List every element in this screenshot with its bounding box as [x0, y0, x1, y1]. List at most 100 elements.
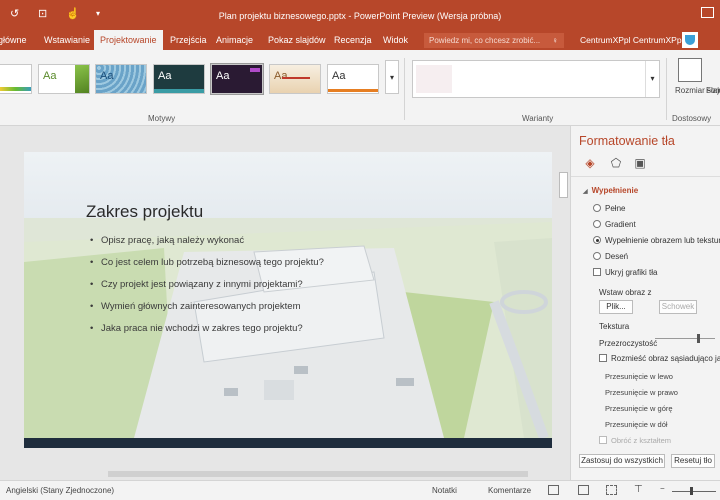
- tab-review[interactable]: Recenzja: [334, 30, 372, 50]
- radio-solid-fill[interactable]: Pełne: [593, 204, 625, 213]
- offset-left-label: Przesunięcie w lewo: [605, 372, 673, 381]
- offset-top-label: Przesunięcie w górę: [605, 404, 673, 413]
- tab-home[interactable]: główne: [0, 30, 27, 50]
- variants-gallery[interactable]: ▾: [412, 60, 660, 98]
- checkbox-label: Rozmieść obraz sąsiadująco jako te: [611, 354, 720, 363]
- picture-icon[interactable]: ▣: [633, 156, 647, 170]
- radio-circle: [593, 204, 601, 212]
- format-background-button[interactable]: Form: [706, 86, 720, 95]
- divider: [666, 58, 667, 120]
- lightbulb-icon: ♀: [552, 36, 558, 45]
- slide-editor: Zakres projektu Opisz pracę, jaką należy…: [0, 126, 570, 480]
- slide-footer-band: [24, 438, 552, 448]
- tell-me-search[interactable]: Powiedz mi, co chcesz zrobić... ♀: [424, 33, 564, 48]
- theme-thumb-3[interactable]: Aa: [95, 64, 147, 94]
- theme-sample: Aa: [158, 70, 172, 82]
- ribbon-display-icon[interactable]: [701, 7, 714, 18]
- ribbon-design: Aa Aa Aa Aa Aa Aa ▾ ▾ Rozmiar slajdu For…: [0, 50, 720, 126]
- bullet-item: Co jest celem lub potrzebą biznesową teg…: [90, 256, 324, 278]
- bullet-item: Czy projekt jest powiązany z innymi proj…: [90, 278, 324, 300]
- file-button[interactable]: Plik...: [599, 300, 633, 314]
- tab-view[interactable]: Widok: [383, 30, 408, 50]
- theme-sample: Aa: [274, 70, 288, 82]
- clipboard-button[interactable]: Schowek: [659, 300, 697, 314]
- zoom-slider-handle[interactable]: [690, 487, 693, 495]
- insert-image-from-label: Wstaw obraz z: [599, 288, 652, 297]
- comments-button[interactable]: Komentarze: [488, 486, 531, 495]
- horizontal-scrollbar[interactable]: [18, 470, 554, 478]
- tab-transitions[interactable]: Przejścia: [170, 30, 207, 50]
- theme-sample: Aa: [43, 70, 57, 82]
- effects-pentagon-icon[interactable]: ⬠: [609, 156, 623, 170]
- radio-gradient-fill[interactable]: Gradient: [593, 220, 636, 229]
- bullet-item: Wymień głównych zainteresowanych projekt…: [90, 300, 324, 322]
- radio-picture-fill[interactable]: Wypełnienie obrazem lub teksturą: [593, 236, 720, 245]
- theme-thumb-6[interactable]: Aa: [269, 64, 321, 94]
- transparency-slider[interactable]: [655, 338, 715, 339]
- vertical-scrollbar[interactable]: [556, 126, 570, 480]
- theme-thumb-2[interactable]: Aa: [38, 64, 90, 94]
- theme-sample: Aa: [100, 70, 114, 82]
- radio-label: Gradient: [605, 220, 636, 229]
- transparency-slider-handle[interactable]: [697, 334, 700, 343]
- reset-background-button[interactable]: Resetuj tło: [671, 454, 715, 468]
- theme-thumb-4[interactable]: Aa: [153, 64, 205, 94]
- theme-thumb-5[interactable]: Aa: [210, 63, 264, 95]
- format-background-pane: Formatowanie tła ◈ ⬠ ▣ Wypełnienie Pełne…: [570, 126, 720, 480]
- slide-size-icon[interactable]: [678, 58, 702, 82]
- checkbox-label: Ukryj grafiki tła: [605, 268, 658, 277]
- title-bar: ↺ ⊡ ☝ ▾ Plan projektu biznesowego.pptx -…: [0, 0, 720, 30]
- tab-insert[interactable]: Wstawianie: [44, 30, 90, 50]
- customize-group-label: Dostosowy: [672, 114, 712, 123]
- pane-title: Formatowanie tła: [579, 134, 675, 148]
- zoom-out-icon[interactable]: −: [660, 484, 665, 493]
- theme-thumb-1[interactable]: [0, 64, 32, 94]
- apply-to-all-button[interactable]: Zastosuj do wszystkich: [579, 454, 665, 468]
- radio-circle: [593, 220, 601, 228]
- radio-label: Wypełnienie obrazem lub teksturą: [605, 236, 720, 245]
- slideshow-view-icon[interactable]: ⊤: [634, 484, 643, 495]
- transparency-label: Przezroczystość: [599, 339, 658, 348]
- tab-slideshow[interactable]: Pokaz slajdów: [268, 30, 326, 50]
- divider: [571, 176, 720, 177]
- avatar[interactable]: [682, 32, 698, 48]
- variants-more-button[interactable]: ▾: [645, 61, 659, 97]
- offset-bottom-label: Przesunięcie w dół: [605, 420, 668, 429]
- tab-design[interactable]: Projektowanie: [94, 30, 163, 50]
- zoom-slider[interactable]: [672, 491, 716, 492]
- hide-background-graphics-checkbox[interactable]: Ukryj grafiki tła: [593, 268, 657, 277]
- radio-pattern-fill[interactable]: Deseń: [593, 252, 628, 261]
- theme-sample: Aa: [332, 70, 346, 82]
- tell-me-placeholder: Powiedz mi, co chcesz zrobić...: [429, 36, 541, 45]
- bullet-item: Opisz pracę, jaką należy wykonać: [90, 234, 324, 256]
- fill-bucket-icon[interactable]: ◈: [583, 156, 597, 170]
- reading-view-icon[interactable]: [606, 485, 617, 495]
- checkbox-box: [599, 436, 607, 444]
- notes-button[interactable]: Notatki: [432, 486, 457, 495]
- slide-sorter-icon[interactable]: [578, 485, 589, 495]
- scroll-thumb[interactable]: [559, 172, 568, 198]
- theme-thumb-7[interactable]: Aa: [327, 64, 379, 94]
- rotate-with-shape-checkbox[interactable]: Obróć z kształtem: [599, 436, 671, 445]
- radio-label: Pełne: [605, 204, 626, 213]
- tile-picture-checkbox[interactable]: Rozmieść obraz sąsiadująco jako te: [599, 354, 720, 363]
- fill-section-header[interactable]: Wypełnienie: [583, 186, 639, 195]
- language-status[interactable]: Angielski (Stany Zjednoczone): [6, 486, 114, 495]
- ribbon-tabs: główne Wstawianie Projektowanie Przejści…: [0, 30, 720, 50]
- slide-bullets[interactable]: Opisz pracę, jaką należy wykonać Co jest…: [90, 234, 324, 344]
- divider: [404, 58, 405, 120]
- checkbox-label: Obróć z kształtem: [611, 436, 672, 445]
- normal-view-icon[interactable]: [548, 485, 559, 495]
- variants-group-label: Warianty: [522, 114, 554, 123]
- themes-more-button[interactable]: ▾: [385, 60, 399, 94]
- variant-thumb[interactable]: [416, 65, 452, 93]
- window-title: Plan projektu biznesowego.pptx - PowerPo…: [218, 11, 502, 21]
- tab-animations[interactable]: Animacje: [216, 30, 253, 50]
- slide-title[interactable]: Zakres projektu: [86, 202, 203, 222]
- themes-group-label: Motywy: [148, 114, 176, 123]
- checkbox-box: [593, 268, 601, 276]
- radio-label: Deseń: [605, 252, 629, 261]
- account-name[interactable]: CentrumXPpl CentrumXPpl: [580, 30, 683, 50]
- slide-canvas[interactable]: Zakres projektu Opisz pracę, jaką należy…: [24, 152, 552, 448]
- scroll-thumb[interactable]: [108, 471, 528, 477]
